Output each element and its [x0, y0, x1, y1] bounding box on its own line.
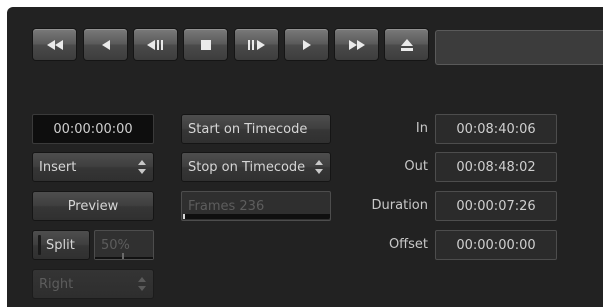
duration-timecode-field[interactable]: 00:00:07:26 [435, 191, 557, 221]
out-label: Out [404, 159, 428, 174]
eject-button[interactable] [385, 29, 428, 60]
split-indicator [38, 235, 41, 255]
start-on-timecode-button[interactable]: Start on Timecode [181, 114, 331, 144]
step-back-icon [101, 39, 110, 50]
mode-select-value: Insert [39, 159, 77, 175]
split-slider-track [95, 257, 153, 259]
rewind-icon [46, 39, 63, 50]
reverse-play-button[interactable] [134, 29, 177, 60]
select-arrows-icon [138, 277, 146, 291]
split-slider-handle [122, 253, 124, 259]
previous-frame-button[interactable] [84, 29, 127, 60]
rewind-button[interactable] [33, 29, 76, 60]
side-select[interactable]: Right [32, 269, 154, 299]
frames-progress-fill [183, 214, 185, 219]
frames-progress-bar [183, 214, 330, 219]
split-percent-value: 50% [101, 237, 130, 253]
fast-forward-icon [348, 39, 365, 50]
play-pause-button[interactable] [235, 29, 278, 60]
in-timecode-field[interactable]: 00:08:40:06 [435, 114, 557, 144]
offset-timecode-field[interactable]: 00:00:00:00 [435, 230, 557, 260]
preview-button[interactable]: Preview [32, 191, 154, 221]
side-select-value: Right [39, 276, 74, 292]
split-toggle[interactable]: Split [32, 230, 90, 260]
timecode-display [435, 30, 603, 65]
reverse-play-icon [147, 39, 163, 50]
stop-on-timecode-select[interactable]: Stop on Timecode [181, 152, 331, 182]
stop-button[interactable] [184, 29, 227, 60]
play-icon [302, 39, 311, 50]
offset-label: Offset [388, 237, 428, 252]
split-label: Split [46, 237, 75, 253]
mode-select[interactable]: Insert [32, 152, 154, 182]
duration-label: Duration [371, 198, 428, 213]
fast-forward-button[interactable] [335, 29, 378, 60]
stop-icon [200, 39, 211, 50]
out-timecode-field[interactable]: 00:08:48:02 [435, 152, 557, 182]
pause-play-icon [248, 39, 265, 50]
current-timecode-field[interactable]: 00:00:00:00 [32, 114, 154, 144]
frames-value: Frames 236 [188, 198, 265, 214]
in-label: In [415, 121, 428, 136]
eject-icon [400, 38, 413, 51]
split-percent-field: 50% [94, 230, 154, 260]
select-arrows-icon [138, 160, 146, 174]
play-button[interactable] [285, 29, 328, 60]
select-arrows-icon [315, 160, 323, 174]
stop-on-timecode-label: Stop on Timecode [188, 159, 306, 175]
